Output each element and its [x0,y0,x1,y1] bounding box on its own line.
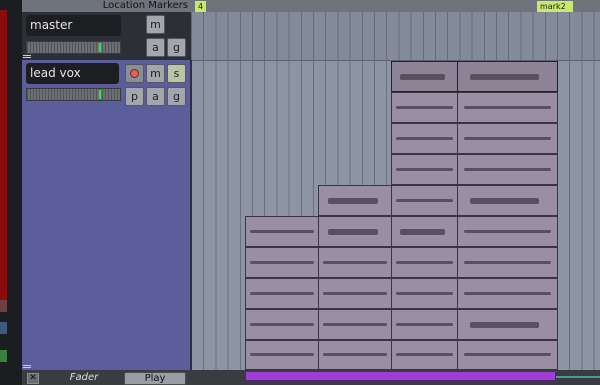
master-track-header[interactable]: master m a g [22,12,190,60]
audio-region[interactable] [245,216,319,247]
solo-button[interactable]: s [167,64,186,83]
audio-region[interactable] [457,123,558,154]
audio-region[interactable] [457,247,558,278]
audio-region[interactable] [391,61,458,92]
meter-peak-marker [99,90,101,99]
audio-region[interactable] [245,278,319,309]
track-name-field[interactable]: lead vox [26,63,119,84]
master-track-lane[interactable] [191,12,600,61]
audio-region[interactable] [457,340,558,370]
audio-region[interactable] [391,154,458,185]
location-marker[interactable]: 4 [195,1,207,12]
audio-region[interactable] [457,278,558,309]
automation-button[interactable]: a [146,38,165,57]
editor-left-strip [0,0,22,385]
resize-grip-icon[interactable] [23,365,31,368]
fader-tab[interactable]: Fader [54,372,114,385]
audio-region[interactable] [391,216,458,247]
audio-region[interactable] [391,278,458,309]
loop-range-line [556,376,600,378]
audio-region[interactable] [457,61,558,92]
status-chip [0,300,7,312]
record-indicator-strip [0,10,7,300]
automation-button[interactable]: a [146,87,165,106]
level-meter [26,88,121,101]
audio-region[interactable] [245,340,319,370]
level-meter [26,41,121,54]
record-icon [130,69,139,78]
play-button[interactable]: Play [124,372,186,385]
location-marker[interactable]: mark2 [537,1,573,12]
audio-region[interactable] [457,154,558,185]
audio-region[interactable] [457,216,558,247]
audio-region[interactable] [391,247,458,278]
audio-region[interactable] [318,216,392,247]
timeline-canvas[interactable] [191,12,600,385]
mute-button[interactable]: m [146,64,165,83]
group-button[interactable]: g [167,38,186,57]
audio-region[interactable] [391,185,458,216]
group-button[interactable]: g [167,87,186,106]
audio-region[interactable] [457,185,558,216]
resize-grip-icon[interactable] [23,55,31,58]
audio-region[interactable] [391,123,458,154]
audio-region[interactable] [318,247,392,278]
close-icon[interactable]: ✕ [27,373,39,384]
audio-region[interactable] [391,309,458,340]
audio-region[interactable] [318,309,392,340]
lead-vox-track-header[interactable]: lead vox m s p a g [22,60,192,370]
audio-region[interactable] [457,309,558,340]
audio-region[interactable] [245,309,319,340]
audio-region[interactable] [318,340,392,370]
audio-region[interactable] [318,185,392,216]
audio-region[interactable] [318,278,392,309]
track-name-field[interactable]: master [26,15,121,36]
playlist-button[interactable]: p [125,87,144,106]
mute-button[interactable]: m [146,15,165,34]
audio-region[interactable] [391,92,458,123]
status-chip [0,322,7,334]
status-chip [0,350,7,362]
selection-range-bar[interactable] [245,371,556,381]
meter-peak-marker [99,43,101,52]
audio-region[interactable] [245,247,319,278]
record-arm-button[interactable] [125,64,144,83]
audio-region[interactable] [457,92,558,123]
location-markers-title: Location Markers [102,0,188,11]
audio-region[interactable] [391,340,458,370]
